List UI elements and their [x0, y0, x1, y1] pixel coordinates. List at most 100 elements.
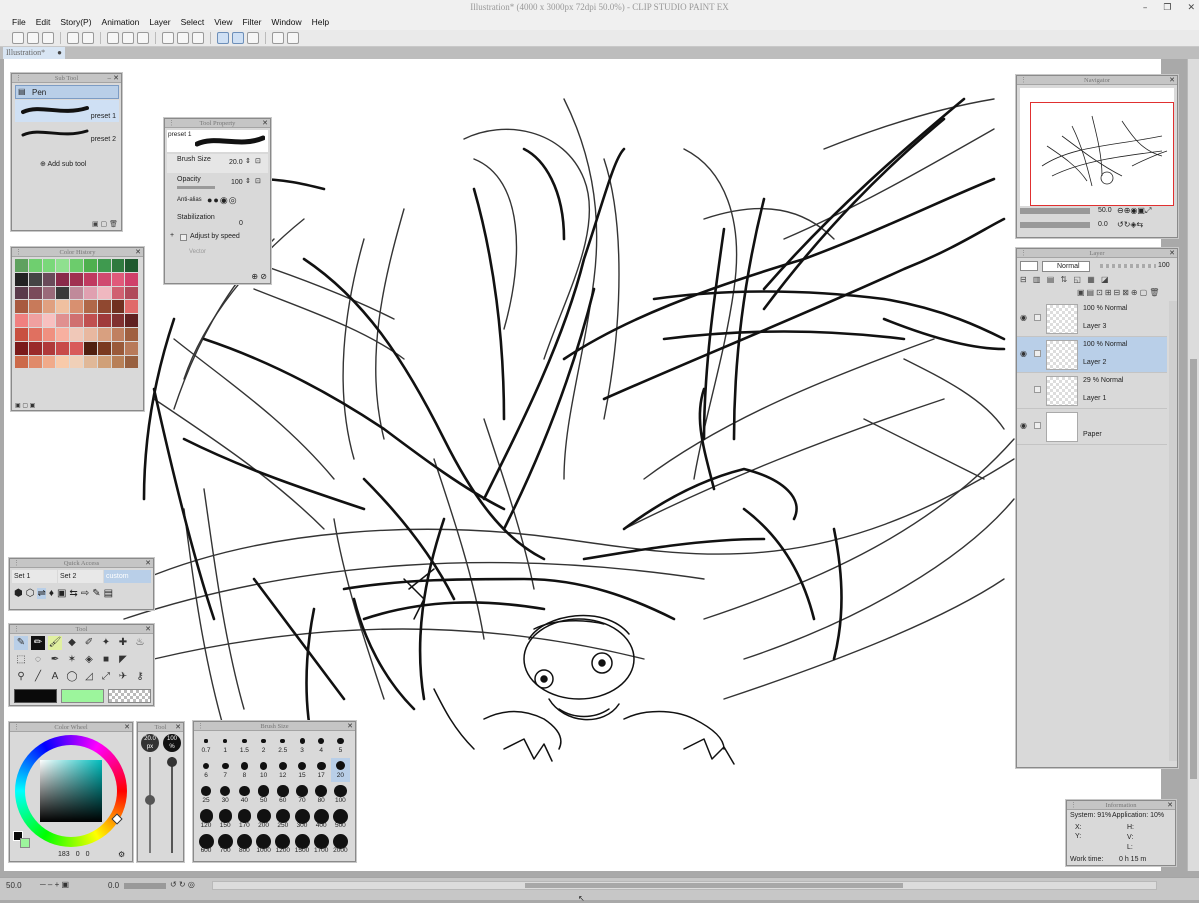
- snap-grid-icon[interactable]: [247, 32, 259, 44]
- brush-size-option[interactable]: 700: [216, 833, 234, 857]
- color-swatch[interactable]: [70, 300, 83, 314]
- color-swatch[interactable]: [84, 341, 97, 355]
- bucket-tool-icon[interactable]: ◈: [82, 653, 96, 667]
- brush-size-option[interactable]: 6: [197, 758, 215, 782]
- color-swatch[interactable]: [125, 259, 139, 272]
- grip-icon[interactable]: ⋮: [1020, 76, 1027, 85]
- tab-custom[interactable]: custom: [104, 570, 151, 583]
- tab-set-2[interactable]: Set 2: [58, 570, 103, 583]
- color-wheel-header[interactable]: ⋮ Color Wheel ✕: [10, 723, 132, 732]
- color-swatch[interactable]: [42, 300, 56, 314]
- color-swatch[interactable]: [84, 272, 97, 286]
- selection-tool-icon[interactable]: ⬚: [14, 653, 28, 667]
- color-swatch[interactable]: [70, 355, 83, 369]
- color-swatch[interactable]: [97, 300, 111, 314]
- color-swatch[interactable]: [84, 314, 97, 327]
- sub-tool-header[interactable]: ⋮ Sub Tool – ✕: [12, 74, 121, 83]
- color-swatch[interactable]: [111, 314, 125, 327]
- stabilization-value[interactable]: 0: [239, 220, 243, 227]
- color-swatch[interactable]: [84, 259, 97, 272]
- close-icon[interactable]: ✕: [113, 74, 119, 83]
- color-swatch[interactable]: [15, 355, 28, 369]
- opacity-spinner-icon[interactable]: ⇕: [245, 177, 251, 185]
- export-icon[interactable]: ⇨: [81, 588, 89, 599]
- layer-color-select[interactable]: [1020, 261, 1038, 271]
- line-tool-icon[interactable]: ╱: [31, 670, 45, 684]
- color-swatch[interactable]: [28, 355, 42, 369]
- brush-tool-icon[interactable]: 🖌: [48, 636, 62, 650]
- color-swatch[interactable]: [42, 259, 56, 272]
- color-swatch[interactable]: [42, 328, 56, 341]
- horizontal-scrollbar[interactable]: [212, 881, 1157, 890]
- grip-icon[interactable]: ⋮: [197, 722, 204, 731]
- ruler-tool-icon[interactable]: ✈: [116, 670, 130, 684]
- menu-view[interactable]: View: [209, 15, 237, 30]
- opacity-setting-icon[interactable]: ⊡: [255, 177, 261, 185]
- brush-size-option[interactable]: 100: [331, 783, 349, 807]
- grip-icon[interactable]: ⋮: [15, 74, 22, 83]
- brush-size-header[interactable]: ⋮ Brush Size ✕: [194, 722, 355, 731]
- tool-property-header[interactable]: ⋮ Tool Property ✕: [165, 119, 270, 128]
- close-icon[interactable]: ✕: [347, 722, 353, 731]
- color-swatch[interactable]: [84, 286, 97, 300]
- layer-opacity-value[interactable]: 100: [1158, 262, 1170, 269]
- smartphone-icon[interactable]: [272, 32, 284, 44]
- color-swatch[interactable]: [15, 300, 28, 314]
- color-swatch[interactable]: [28, 341, 42, 355]
- zoom-buttons[interactable]: ─ ‒ + ▣: [40, 880, 69, 889]
- add-sub-tool-button[interactable]: ⊕ Add sub tool: [40, 160, 86, 168]
- snap-ruler-icon[interactable]: [217, 32, 229, 44]
- deselect-icon[interactable]: [177, 32, 189, 44]
- opacity-row[interactable]: Opacity 100 ⇕ ⊡: [167, 174, 268, 193]
- new-file-icon[interactable]: [12, 32, 24, 44]
- color-swatch[interactable]: [70, 272, 83, 286]
- color-swatch[interactable]: [70, 328, 83, 341]
- brush-size-option[interactable]: 1.5: [235, 733, 253, 757]
- brush-size-option[interactable]: 200: [255, 808, 273, 832]
- color-swatch[interactable]: [28, 300, 42, 314]
- lasso-tool-icon[interactable]: ◌: [31, 653, 45, 667]
- color-swatch[interactable]: [15, 259, 28, 272]
- color-swatch[interactable]: [97, 355, 111, 369]
- stabilization-row[interactable]: Stabilization 0: [167, 212, 268, 229]
- grip-icon[interactable]: ⋮: [15, 248, 22, 257]
- color-swatch[interactable]: [84, 355, 97, 369]
- visibility-eye-icon[interactable]: ◉: [1020, 349, 1027, 358]
- fill-tool-icon[interactable]: ♨: [133, 636, 147, 650]
- brush-size-option[interactable]: 150: [216, 808, 234, 832]
- color-swatch[interactable]: [28, 259, 42, 272]
- color-swatch[interactable]: [42, 314, 56, 327]
- color-swatch[interactable]: [28, 272, 42, 286]
- brush-size-option[interactable]: 2: [255, 733, 273, 757]
- brush-size-option[interactable]: 0.7: [197, 733, 215, 757]
- layer-lock-checkbox[interactable]: [1034, 422, 1041, 429]
- brush-size-option[interactable]: 1700: [312, 833, 330, 857]
- color-swatch[interactable]: [15, 314, 28, 327]
- layer-toolbar-icons-2[interactable]: ▣▤⊡⊞⊟⊠⊕▢🗑: [1077, 288, 1175, 300]
- brush-size-option[interactable]: 60: [274, 783, 292, 807]
- select-all-icon[interactable]: [162, 32, 174, 44]
- color-swatch[interactable]: [97, 314, 111, 327]
- color-swatch[interactable]: [125, 314, 139, 327]
- brush-size-setting-icon[interactable]: ⊡: [255, 157, 261, 165]
- brush-size-option[interactable]: 2000: [331, 833, 349, 857]
- close-icon[interactable]: ✕: [1169, 76, 1175, 85]
- visibility-eye-icon[interactable]: ◉: [1020, 421, 1027, 430]
- color-swatch[interactable]: [56, 272, 70, 286]
- open-file-icon[interactable]: [27, 32, 39, 44]
- color-swatch[interactable]: [56, 355, 70, 369]
- color-swatch[interactable]: [56, 300, 70, 314]
- adjust-by-speed-checkbox[interactable]: [180, 234, 187, 241]
- brush-size-option[interactable]: 4: [312, 733, 330, 757]
- settings-icon[interactable]: ▤: [104, 588, 113, 599]
- color-swatch[interactable]: [15, 286, 28, 300]
- color-swatch[interactable]: [111, 286, 125, 300]
- menu-select[interactable]: Select: [176, 15, 210, 30]
- menu-story[interactable]: Story(P): [55, 15, 96, 30]
- status-zoom-value[interactable]: 50.0: [6, 881, 22, 890]
- pencil-tool-icon[interactable]: ✏: [31, 636, 45, 650]
- color-history-header[interactable]: ⋮ Color History ✕: [12, 248, 143, 257]
- close-icon[interactable]: ✕: [135, 248, 141, 257]
- move-tool-icon[interactable]: ⚲: [14, 670, 28, 684]
- color-swatch[interactable]: [42, 286, 56, 300]
